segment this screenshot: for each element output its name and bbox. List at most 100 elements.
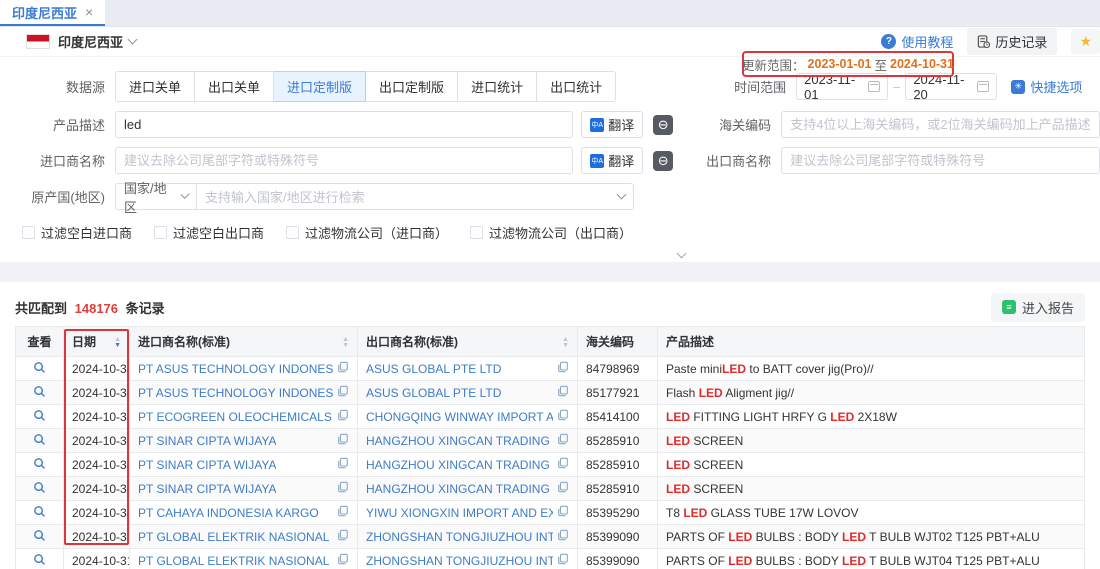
copy-icon[interactable] bbox=[557, 481, 569, 496]
checkbox-icon[interactable] bbox=[154, 226, 167, 239]
document-tabbar: 印度尼西亚 × bbox=[0, 0, 1100, 27]
datasource-tab[interactable]: 进口关单 bbox=[115, 71, 195, 102]
history-label: 历史记录 bbox=[995, 32, 1047, 51]
importer-name-input[interactable] bbox=[115, 147, 573, 174]
copy-icon[interactable] bbox=[337, 505, 349, 520]
datasource-tab[interactable]: 进口定制版 bbox=[274, 71, 366, 102]
checkbox-icon[interactable] bbox=[22, 226, 35, 239]
exporter-link[interactable]: HANGZHOU XINGCAN TRADING CO LTD bbox=[366, 482, 553, 496]
view-cell bbox=[16, 501, 64, 525]
view-detail-icon[interactable] bbox=[33, 481, 46, 497]
view-detail-icon[interactable] bbox=[33, 457, 46, 473]
datasource-tab[interactable]: 进口统计 bbox=[458, 71, 537, 102]
exporter-name-input[interactable] bbox=[781, 147, 1100, 174]
view-detail-icon[interactable] bbox=[33, 385, 46, 401]
enter-report-button[interactable]: ≡ 进入报告 bbox=[991, 293, 1085, 322]
date-from-input[interactable]: 2023-11-01 bbox=[796, 73, 888, 100]
copy-icon[interactable] bbox=[557, 457, 569, 472]
copy-icon[interactable] bbox=[557, 433, 569, 448]
filter-checkbox[interactable]: 过滤物流公司（进口商） bbox=[286, 223, 448, 242]
copy-icon[interactable] bbox=[337, 433, 349, 448]
origin-search-input[interactable]: 支持输入国家/地区进行检索 bbox=[197, 183, 634, 210]
importer-link[interactable]: PT ASUS TECHNOLOGY INDONESIA BA... bbox=[138, 386, 333, 400]
exporter-link[interactable]: ASUS GLOBAL PTE LTD bbox=[366, 362, 501, 376]
origin-type-select[interactable]: 国家/地区 bbox=[115, 183, 197, 210]
datasource-tab[interactable]: 出口统计 bbox=[537, 71, 616, 102]
exact-match-toggle-icon[interactable]: ⊖ bbox=[653, 151, 673, 171]
copy-icon[interactable] bbox=[337, 481, 349, 496]
history-button[interactable]: 历史记录 bbox=[967, 28, 1057, 55]
close-icon[interactable]: × bbox=[85, 4, 93, 20]
copy-icon[interactable] bbox=[557, 409, 569, 424]
copy-icon[interactable] bbox=[337, 553, 349, 568]
exporter-link[interactable]: YIWU XIONGXIN IMPORT AND EXPORT... bbox=[366, 506, 553, 520]
copy-icon[interactable] bbox=[337, 385, 349, 400]
copy-icon[interactable] bbox=[337, 409, 349, 424]
copy-icon[interactable] bbox=[337, 361, 349, 376]
importer-link[interactable]: PT CAHAYA INDONESIA KARGO bbox=[138, 506, 319, 520]
checkbox-icon[interactable] bbox=[286, 226, 299, 239]
view-cell bbox=[16, 381, 64, 405]
exact-match-toggle-icon[interactable]: ⊖ bbox=[653, 115, 673, 135]
view-detail-icon[interactable] bbox=[33, 433, 46, 449]
importer-link[interactable]: PT ASUS TECHNOLOGY INDONESIA BA... bbox=[138, 362, 333, 376]
filter-label: 过滤物流公司（进口商） bbox=[305, 223, 448, 242]
datasource-tab[interactable]: 出口关单 bbox=[195, 71, 274, 102]
chevron-down-icon[interactable] bbox=[128, 35, 138, 45]
importer-link[interactable]: PT ECOGREEN OLEOCHEMICALS bbox=[138, 410, 332, 424]
filter-checkbox[interactable]: 过滤空白出口商 bbox=[154, 223, 264, 242]
tab-title: 印度尼西亚 bbox=[12, 3, 77, 22]
filter-label: 过滤物流公司（出口商） bbox=[489, 223, 632, 242]
exporter-link[interactable]: ZHONGSHAN TONGJIUZHOU INTERNA... bbox=[366, 554, 553, 568]
exporter-cell: CHONGQING WINWAY IMPORT AND E... bbox=[358, 405, 578, 429]
importer-link[interactable]: PT SINAR CIPTA WIJAYA bbox=[138, 458, 276, 472]
exporter-link[interactable]: HANGZHOU XINGCAN TRADING CO LTD bbox=[366, 458, 553, 472]
importer-link[interactable]: PT SINAR CIPTA WIJAYA bbox=[138, 482, 276, 496]
importer-link[interactable]: PT GLOBAL ELEKTRIK NASIONAL bbox=[138, 554, 329, 568]
exporter-link[interactable]: HANGZHOU XINGCAN TRADING CO LTD bbox=[366, 434, 553, 448]
importer-link[interactable]: PT SINAR CIPTA WIJAYA bbox=[138, 434, 276, 448]
importer-cell: PT SINAR CIPTA WIJAYA bbox=[130, 477, 358, 501]
importer-link[interactable]: PT GLOBAL ELEKTRIK NASIONAL bbox=[138, 530, 329, 544]
tutorial-link[interactable]: ? 使用教程 bbox=[881, 32, 953, 51]
checkbox-icon[interactable] bbox=[470, 226, 483, 239]
translate-button[interactable]: 中A 翻译 bbox=[581, 111, 643, 138]
sort-icon: ▲▼ bbox=[562, 337, 569, 349]
exporter-link[interactable]: ZHONGSHAN TONGJIUZHOU INTERNA... bbox=[366, 530, 553, 544]
importer-cell: PT ASUS TECHNOLOGY INDONESIA BA... bbox=[130, 357, 358, 381]
col-date[interactable]: 日期▲▼ bbox=[64, 327, 130, 357]
view-detail-icon[interactable] bbox=[33, 361, 46, 377]
date-to-input[interactable]: 2024-11-20 bbox=[905, 73, 997, 100]
product-desc-cell: LED FITTING LIGHT HRFY G LED 2X18W bbox=[658, 405, 1085, 429]
view-detail-icon[interactable] bbox=[33, 553, 46, 569]
origin-placeholder: 支持输入国家/地区进行检索 bbox=[205, 187, 365, 206]
product-desc-input[interactable] bbox=[115, 111, 573, 138]
view-detail-icon[interactable] bbox=[33, 505, 46, 521]
view-detail-icon[interactable] bbox=[33, 409, 46, 425]
filter-checkbox[interactable]: 过滤空白进口商 bbox=[22, 223, 132, 242]
copy-icon[interactable] bbox=[337, 529, 349, 544]
copy-icon[interactable] bbox=[557, 361, 569, 376]
col-exporter[interactable]: 出口商名称(标准)▲▼ bbox=[358, 327, 578, 357]
datasource-tab[interactable]: 出口定制版 bbox=[366, 71, 458, 102]
view-detail-icon[interactable] bbox=[33, 529, 46, 545]
filter-checkbox[interactable]: 过滤物流公司（出口商） bbox=[470, 223, 632, 242]
tab-indonesia[interactable]: 印度尼西亚 × bbox=[0, 0, 105, 26]
copy-icon[interactable] bbox=[557, 385, 569, 400]
datasource-tabs: 进口关单出口关单进口定制版出口定制版进口统计出口统计 bbox=[115, 71, 616, 102]
copy-icon[interactable] bbox=[557, 505, 569, 520]
copy-icon[interactable] bbox=[557, 529, 569, 544]
translate-button[interactable]: 中A 翻译 bbox=[581, 147, 643, 174]
hs-code-input[interactable] bbox=[781, 111, 1100, 138]
collapse-panel-button[interactable] bbox=[645, 248, 717, 262]
col-importer[interactable]: 进口商名称(标准)▲▼ bbox=[130, 327, 358, 357]
exporter-link[interactable]: ASUS GLOBAL PTE LTD bbox=[366, 386, 501, 400]
favorite-button[interactable]: ★ bbox=[1071, 29, 1100, 54]
copy-icon[interactable] bbox=[557, 553, 569, 568]
date-cell: 2024-10-31 bbox=[64, 525, 130, 549]
copy-icon[interactable] bbox=[337, 457, 349, 472]
quick-options-icon: ✳ bbox=[1011, 80, 1025, 94]
exporter-link[interactable]: CHONGQING WINWAY IMPORT AND E... bbox=[366, 410, 553, 424]
datasource-label: 数据源 bbox=[0, 77, 115, 96]
quick-options-button[interactable]: ✳ 快捷选项 bbox=[1011, 77, 1082, 96]
